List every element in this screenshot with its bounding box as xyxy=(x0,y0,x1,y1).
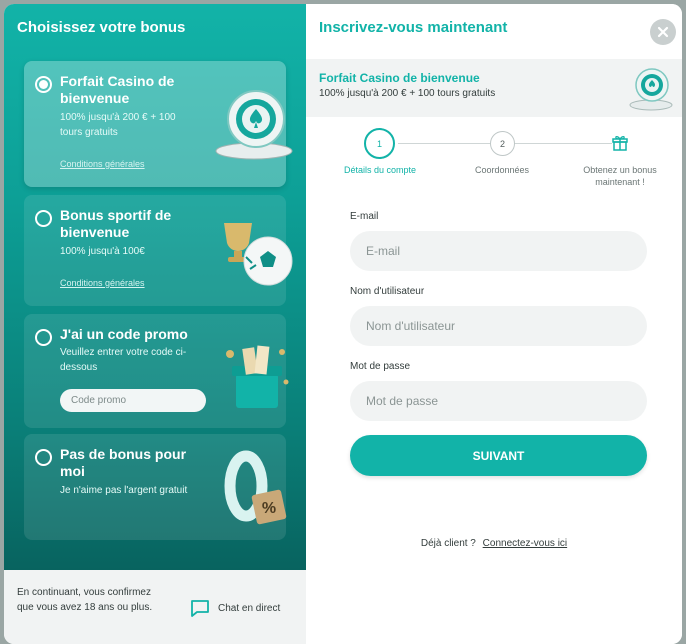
promo-code-input[interactable] xyxy=(60,389,206,412)
step-2-label: Coordonnées xyxy=(474,165,530,175)
step-3-label: Obtenez un bonus maintenant ! xyxy=(583,165,657,187)
gift-box-illustration xyxy=(226,345,289,408)
step-1-label: Détails du compte xyxy=(343,165,417,175)
signup-stepper: 1 2 Détails du compte Coordonnées Obtene… xyxy=(306,128,682,198)
bonus-panel: Choisissez votre bonus Forfait Casino de… xyxy=(4,4,306,644)
bonus-option-title: J'ai un code promo xyxy=(60,326,188,342)
trophy-football-illustration xyxy=(224,223,293,286)
email-label: E-mail xyxy=(350,211,379,222)
offer-title: Forfait Casino de bienvenue xyxy=(319,71,480,85)
close-button[interactable] xyxy=(650,19,676,45)
radio-promo[interactable] xyxy=(35,329,52,346)
chat-bubble-icon xyxy=(191,600,209,617)
age-footer: En continuant, vous confirmez que vous a… xyxy=(4,570,306,644)
step-connector xyxy=(514,143,612,144)
bonus-panel-title: Choisissez votre bonus xyxy=(17,19,186,36)
login-prompt: Déjà client ? xyxy=(420,538,476,549)
casino-chip-illustration xyxy=(215,90,293,160)
registration-title: Inscrivez-vous maintenant xyxy=(319,19,508,36)
step-1-indicator: 1 xyxy=(364,128,395,159)
password-field[interactable] xyxy=(350,381,647,421)
bonus-option-none[interactable]: Pas de bonus pour moi Je n'aime pas l'ar… xyxy=(24,434,287,540)
email-field[interactable] xyxy=(350,231,647,271)
casino-chip-thumbnail xyxy=(629,68,673,111)
step-number: 2 xyxy=(499,138,505,149)
bonus-option-description: Veuillez entrer votre code ci-dessous xyxy=(60,347,187,373)
terms-link[interactable]: Conditions générales xyxy=(60,159,145,169)
radio-none[interactable] xyxy=(35,449,52,466)
password-label: Mot de passe xyxy=(350,361,411,372)
username-label: Nom d'utilisateur xyxy=(350,286,425,297)
close-icon xyxy=(657,26,669,38)
step-3-indicator xyxy=(612,135,628,156)
terms-link[interactable]: Conditions générales xyxy=(60,278,145,288)
step-2-indicator: 2 xyxy=(490,131,515,156)
next-button[interactable]: SUIVANT xyxy=(350,435,647,476)
offer-description: 100% jusqu'à 200 € + 100 tours gratuits xyxy=(319,88,496,99)
bonus-option-promo[interactable]: J'ai un code promo Veuillez entrer votre… xyxy=(24,314,289,428)
step-number: 1 xyxy=(376,138,382,149)
bonus-option-description: Je n'aime pas l'argent gratuit xyxy=(60,485,188,496)
radio-casino[interactable] xyxy=(35,76,52,93)
live-chat-label: Chat en direct xyxy=(218,602,281,614)
radio-sport[interactable] xyxy=(35,210,52,227)
bonus-option-description: 100% jusqu'à 100€ xyxy=(60,246,145,257)
bonus-option-title: Pas de bonus pour moi xyxy=(60,446,187,479)
step-connector xyxy=(398,143,490,144)
username-field[interactable] xyxy=(350,306,647,346)
bonus-option-description: 100% jusqu'à 200 € + 100 tours gratuits xyxy=(60,112,176,138)
age-disclaimer: En continuant, vous confirmez que vous a… xyxy=(17,587,153,613)
login-link[interactable]: Connectez-vous ici xyxy=(483,538,567,549)
registration-panel: Inscrivez-vous maintenant Forfait Casino… xyxy=(306,4,682,644)
svg-text:%: % xyxy=(262,500,276,517)
signup-modal: Choisissez votre bonus Forfait Casino de… xyxy=(4,4,682,644)
bonus-option-title: Forfait Casino de bienvenue xyxy=(60,73,175,106)
bonus-option-sport[interactable]: Bonus sportif de bienvenue 100% jusqu'à … xyxy=(24,195,293,306)
bonus-option-casino[interactable]: Forfait Casino de bienvenue 100% jusqu'à… xyxy=(24,61,293,187)
zero-percent-illustration: % xyxy=(224,450,287,525)
selected-offer-banner: Forfait Casino de bienvenue 100% jusqu'à… xyxy=(306,59,682,117)
login-prompt-line: Déjà client ? Connectez-vous ici xyxy=(306,538,682,549)
live-chat-button[interactable]: Chat en direct xyxy=(190,599,280,617)
gift-icon xyxy=(612,136,628,151)
bonus-option-title: Bonus sportif de bienvenue xyxy=(60,207,172,240)
